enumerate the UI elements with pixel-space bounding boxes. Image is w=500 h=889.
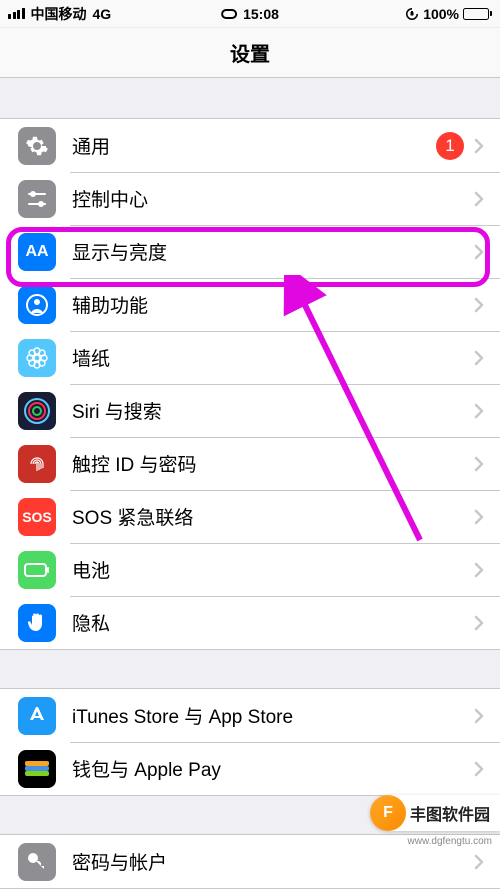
settings-row-wallet[interactable]: 钱包与 Apple Pay <box>0 742 500 795</box>
row-label: 显示与亮度 <box>72 238 474 265</box>
row-label: 隐私 <box>72 609 474 636</box>
row-label: iTunes Store 与 App Store <box>72 702 474 729</box>
settings-group: iTunes Store 与 App Store 钱包与 Apple Pay <box>0 688 500 796</box>
orientation-lock-icon <box>405 7 419 21</box>
settings-row-sos[interactable]: SOS SOS 紧急联络 <box>0 490 500 543</box>
time-label: 15:08 <box>243 6 279 22</box>
chevron-right-icon <box>474 562 484 578</box>
chevron-right-icon <box>474 509 484 525</box>
row-label: 密码与帐户 <box>72 848 474 875</box>
person-icon <box>18 286 56 324</box>
wallet-icon <box>18 750 56 788</box>
row-label: 通用 <box>72 132 436 159</box>
settings-row-touchid[interactable]: 触控 ID 与密码 <box>0 437 500 490</box>
settings-row-general[interactable]: 通用1 <box>0 119 500 172</box>
settings-row-display[interactable]: AA 显示与亮度 <box>0 225 500 278</box>
settings-row-itunes[interactable]: iTunes Store 与 App Store <box>0 689 500 742</box>
key-icon <box>18 843 56 881</box>
nav-bar: 设置 <box>0 28 500 78</box>
aa-icon: AA <box>18 233 56 271</box>
row-label: Siri 与搜索 <box>72 397 474 424</box>
row-label: 钱包与 Apple Pay <box>72 755 474 782</box>
settings-row-siri[interactable]: Siri 与搜索 <box>0 384 500 437</box>
watermark: F 丰图软件园 www.dgfengtu.com <box>370 795 500 831</box>
hotspot-icon <box>221 6 237 22</box>
row-label: 电池 <box>72 556 474 583</box>
battery-pct-label: 100% <box>423 6 459 22</box>
row-label: 触控 ID 与密码 <box>72 450 474 477</box>
settings-row-accessibility[interactable]: 辅助功能 <box>0 278 500 331</box>
row-label: SOS 紧急联络 <box>72 503 474 530</box>
row-label: 辅助功能 <box>72 291 474 318</box>
status-left: 中国移动 4G <box>8 4 111 24</box>
status-bar: 中国移动 4G 15:08 100% <box>0 0 500 28</box>
chevron-right-icon <box>474 350 484 366</box>
badge: 1 <box>436 132 464 160</box>
sos-icon: SOS <box>18 498 56 536</box>
page-title: 设置 <box>230 38 270 67</box>
settings-row-privacy[interactable]: 隐私 <box>0 596 500 649</box>
sliders-icon <box>18 180 56 218</box>
settings-row-control-center[interactable]: 控制中心 <box>0 172 500 225</box>
settings-row-wallpaper[interactable]: 墙纸 <box>0 331 500 384</box>
chevron-right-icon <box>474 138 484 154</box>
chevron-right-icon <box>474 244 484 260</box>
status-right: 100% <box>405 6 492 22</box>
fingerprint-icon <box>18 445 56 483</box>
signal-icon <box>8 8 25 19</box>
chevron-right-icon <box>474 403 484 419</box>
watermark-url: www.dgfengtu.com <box>408 836 493 847</box>
network-label: 4G <box>93 6 112 22</box>
settings-group: 通用1 控制中心 AA 显示与亮度辅助功能墙纸 Siri 与搜索触控 ID 与密码 SOS… <box>0 118 500 650</box>
status-center: 15:08 <box>221 6 279 22</box>
watermark-logo: F <box>370 795 406 831</box>
siri-icon <box>18 392 56 430</box>
chevron-right-icon <box>474 191 484 207</box>
chevron-right-icon <box>474 854 484 870</box>
chevron-right-icon <box>474 456 484 472</box>
appstore-icon <box>18 697 56 735</box>
settings-row-battery[interactable]: 电池 <box>0 543 500 596</box>
battery-icon <box>18 551 56 589</box>
hand-icon <box>18 604 56 642</box>
chevron-right-icon <box>474 297 484 313</box>
chevron-right-icon <box>474 615 484 631</box>
carrier-label: 中国移动 <box>31 4 87 24</box>
chevron-right-icon <box>474 708 484 724</box>
row-label: 控制中心 <box>72 185 474 212</box>
gear-icon <box>18 127 56 165</box>
battery-icon <box>463 8 492 20</box>
watermark-text: 丰图软件园 <box>410 801 490 825</box>
chevron-right-icon <box>474 761 484 777</box>
flower-icon <box>18 339 56 377</box>
row-label: 墙纸 <box>72 344 474 371</box>
